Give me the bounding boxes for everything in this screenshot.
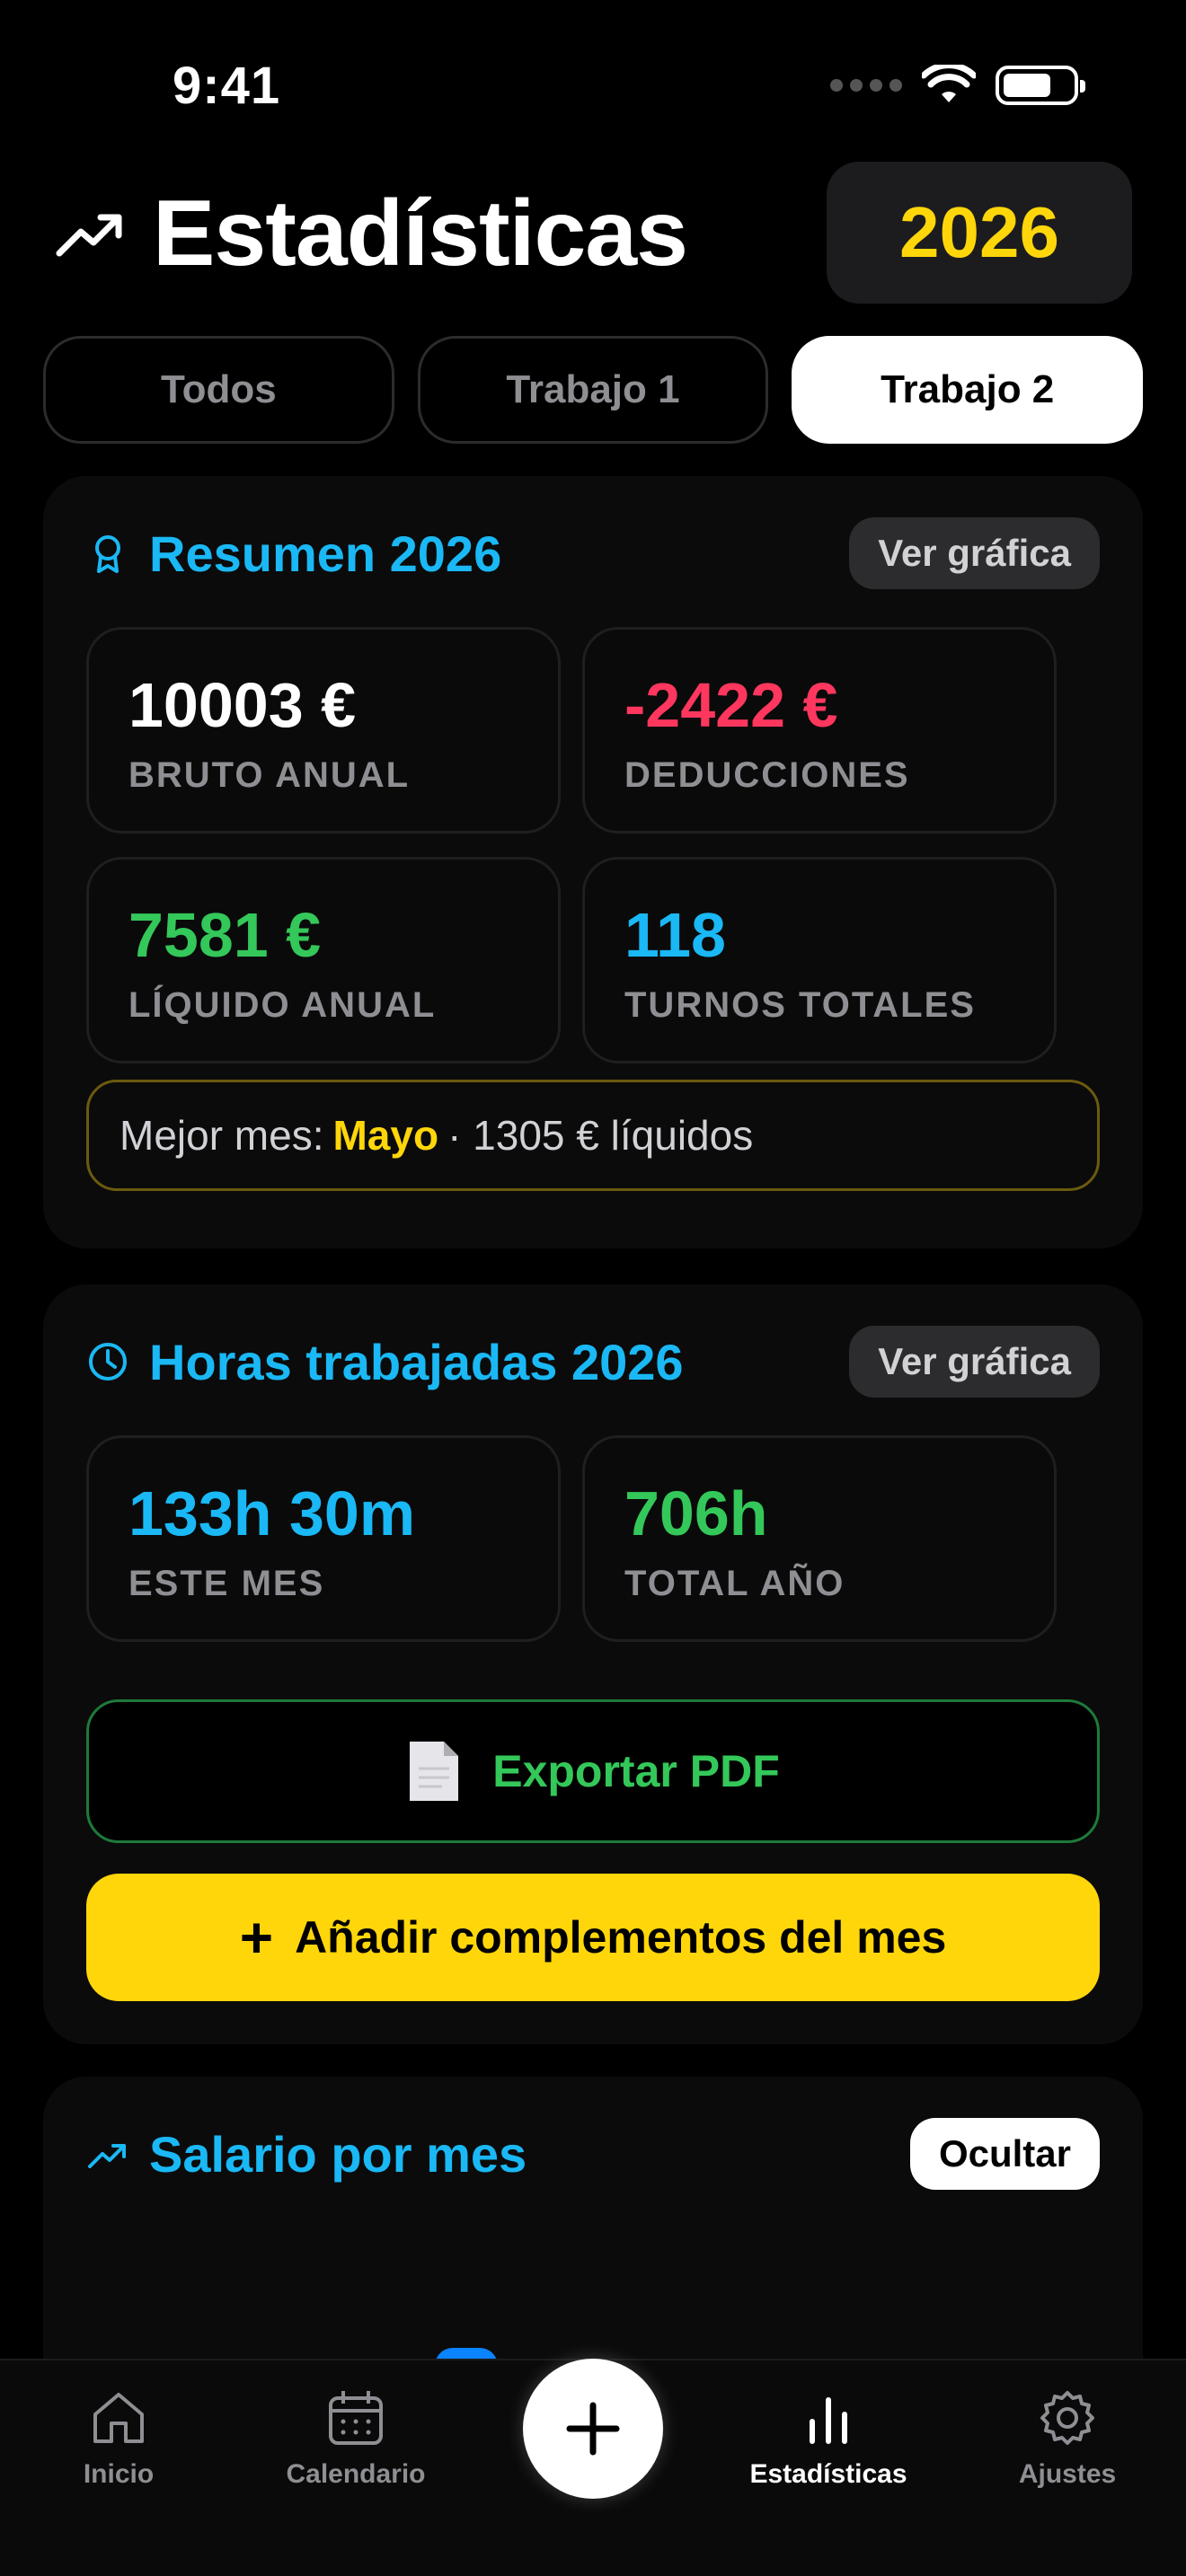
document-icon [410, 1742, 459, 1801]
summary-view-chart-button[interactable]: Ver gráfica [849, 517, 1100, 589]
export-pdf-label: Exportar PDF [492, 1746, 780, 1796]
bar-chart-icon [810, 2397, 847, 2444]
hours-card: Horas trabajadas 2026 Ver gráfica 133h 3… [43, 1284, 1143, 2044]
stat-label: TURNOS TOTALES [624, 985, 976, 1025]
page-header: Estadísticas 2026 [54, 162, 1132, 305]
clock-icon [89, 1343, 127, 1381]
stat-hours-year: 706h TOTAL AÑO [582, 1435, 1057, 1642]
plus-icon [566, 2402, 620, 2456]
best-month-amount: · 1305 € líquidos [447, 1112, 754, 1159]
stat-gross-annual: 10003 € BRUTO ANUAL [86, 627, 561, 834]
tab-trabajo-2[interactable]: Trabajo 2 [792, 336, 1144, 444]
tab-label: Calendario [286, 2459, 426, 2489]
trending-up-icon [88, 2144, 126, 2168]
status-icons [830, 65, 1085, 106]
tab-todos[interactable]: Todos [43, 336, 394, 444]
summary-title: Resumen 2026 [149, 525, 502, 582]
stat-label: LÍQUIDO ANUAL [128, 985, 437, 1025]
tab-calendario[interactable]: Calendario [266, 2386, 446, 2490]
stat-label: ESTE MES [128, 1564, 325, 1603]
best-month-name: Mayo [332, 1112, 439, 1159]
bottom-tab-bar: Inicio Calendario Estadísticas Ajustes [0, 2359, 1186, 2576]
hours-view-chart-button[interactable]: Ver gráfica [849, 1326, 1100, 1398]
award-icon [95, 535, 120, 573]
summary-header: Resumen 2026 Ver gráfica [86, 517, 1100, 589]
tab-label: Inicio [83, 2459, 155, 2489]
stat-hours-month: 133h 30m ESTE MES [86, 1435, 561, 1642]
tab-label: Ajustes [1018, 2459, 1117, 2489]
trending-up-icon [56, 214, 122, 257]
add-monthly-extras-button[interactable]: + Añadir complementos del mes [86, 1874, 1100, 2001]
page-title: Estadísticas [153, 181, 688, 286]
add-shift-button[interactable] [523, 2359, 663, 2499]
stat-total-shifts: 118 TURNOS TOTALES [582, 857, 1057, 1063]
stat-value: 133h 30m [128, 1478, 416, 1548]
tab-ajustes[interactable]: Ajustes [978, 2386, 1157, 2490]
cellular-signal-icon [830, 79, 902, 92]
best-month-prefix: Mejor mes: [119, 1112, 324, 1159]
stat-label: BRUTO ANUAL [128, 755, 411, 795]
status-time: 9:41 [173, 57, 281, 115]
stat-deductions: -2422 € DEDUCCIONES [582, 627, 1057, 834]
status-bar: 9:41 [0, 0, 1186, 171]
tab-trabajo-1[interactable]: Trabajo 1 [417, 336, 769, 444]
gear-icon [1040, 2391, 1094, 2445]
tab-inicio[interactable]: Inicio [29, 2386, 208, 2490]
stat-label: TOTAL AÑO [624, 1564, 845, 1603]
stat-value: 10003 € [128, 670, 357, 740]
stat-net-annual: 7581 € LÍQUIDO ANUAL [86, 857, 561, 1063]
salary-title: Salario por mes [149, 2125, 527, 2183]
job-tabs: Todos Trabajo 1 Trabajo 2 [43, 336, 1144, 444]
hours-title: Horas trabajadas 2026 [149, 1333, 684, 1390]
hide-chart-button[interactable]: Ocultar [909, 2118, 1100, 2190]
best-month-banner: Mejor mes: Mayo · 1305 € líquidos [86, 1080, 1100, 1191]
home-icon [93, 2393, 144, 2443]
plus-icon: + [239, 1905, 274, 1970]
tab-estadisticas[interactable]: Estadísticas [739, 2386, 918, 2490]
battery-icon [996, 66, 1085, 105]
stat-value: -2422 € [624, 670, 838, 740]
stat-value: 118 [624, 900, 726, 970]
stat-value: 7581 € [128, 900, 322, 970]
salary-header: Salario por mes Ocultar [86, 2118, 1100, 2190]
calendar-icon [329, 2391, 383, 2445]
year-selector[interactable]: 2026 [827, 162, 1132, 304]
summary-card: Resumen 2026 Ver gráfica 10003 € BRUTO A… [43, 476, 1143, 1248]
stat-value: 706h [624, 1478, 768, 1548]
wifi-icon [922, 65, 976, 102]
export-pdf-button[interactable]: Exportar PDF [86, 1699, 1100, 1843]
tab-label: Estadísticas [749, 2459, 907, 2489]
add-monthly-extras-label: Añadir complementos del mes [295, 1912, 947, 1963]
stat-label: DEDUCCIONES [624, 755, 910, 795]
hours-header: Horas trabajadas 2026 Ver gráfica [86, 1326, 1100, 1398]
